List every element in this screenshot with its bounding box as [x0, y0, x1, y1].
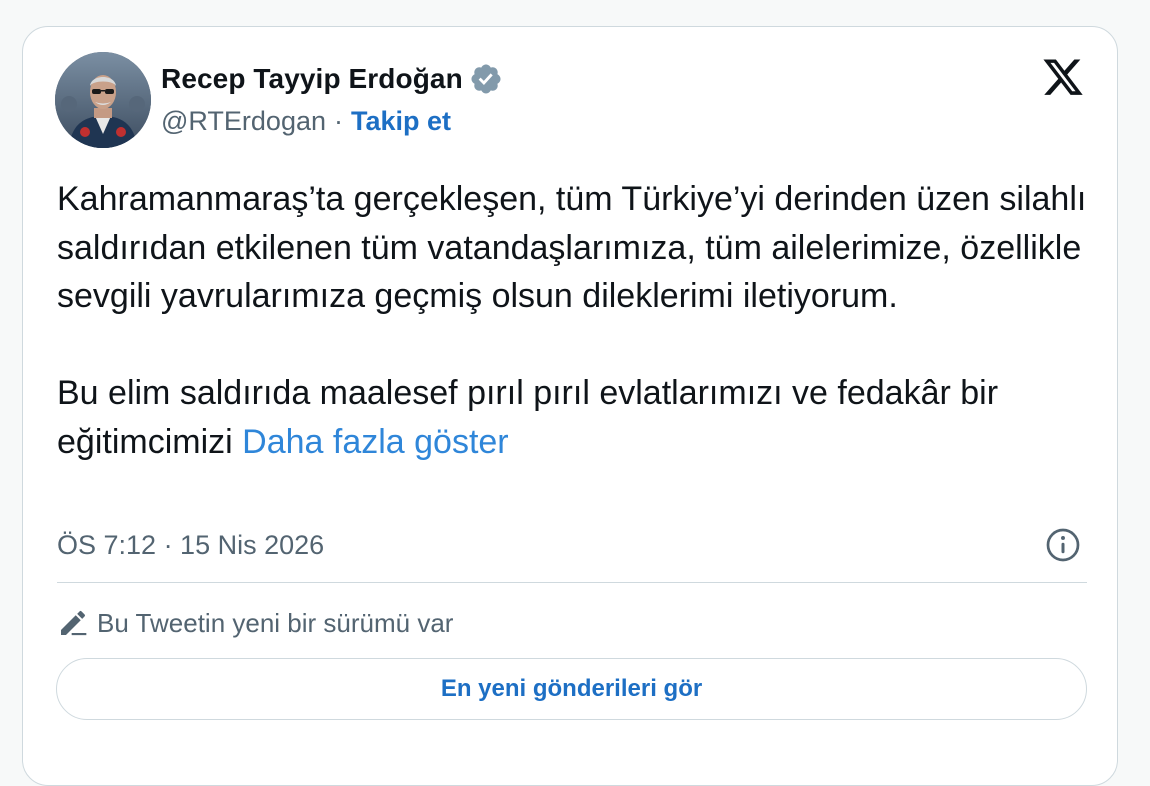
tweet-paragraph-2-text: Bu elim saldırıda maalesef pırıl pırıl e…	[57, 374, 999, 461]
tweet-body: Kahramanmaraş’ta gerçekleşen, tüm Türkiy…	[57, 175, 1097, 466]
follow-button[interactable]: Takip et	[351, 106, 451, 137]
avatar-image	[55, 52, 151, 148]
pencil-icon	[57, 607, 89, 639]
author-handle-row: @RTErdogan · Takip et	[161, 103, 451, 139]
verified-badge-icon	[469, 62, 503, 96]
divider	[57, 582, 1087, 583]
author-name[interactable]: Recep Tayyip Erdoğan	[161, 63, 463, 95]
tweet-paragraph-1: Kahramanmaraş’ta gerçekleşen, tüm Türkiy…	[57, 180, 1087, 315]
tweet-card[interactable]: Recep Tayyip Erdoğan @RTErdogan · Takip …	[22, 26, 1118, 786]
show-more-link[interactable]: Daha fazla göster	[242, 423, 509, 461]
author-avatar[interactable]	[55, 52, 151, 148]
separator-dot: ·	[334, 105, 343, 136]
edit-notice[interactable]: Bu Tweetin yeni bir sürümü var	[57, 605, 453, 641]
x-logo-icon[interactable]	[1041, 59, 1085, 99]
info-icon[interactable]	[1045, 527, 1081, 563]
author-name-row: Recep Tayyip Erdoğan	[161, 61, 503, 97]
edit-notice-text: Bu Tweetin yeni bir sürümü var	[97, 607, 454, 638]
tweet-paragraph-2: Bu elim saldırıda maalesef pırıl pırıl e…	[57, 369, 1097, 466]
tweet-timestamp[interactable]: ÖS 7:12 · 15 Nis 2026	[57, 527, 324, 563]
author-handle[interactable]: @RTErdogan	[161, 106, 326, 137]
see-latest-posts-button[interactable]: En yeni gönderileri gör	[56, 658, 1087, 720]
